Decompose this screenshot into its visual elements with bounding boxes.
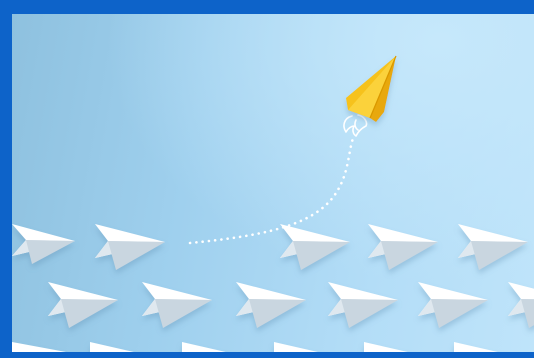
white-paper-plane [95,224,165,270]
dotted-flight-trail [188,134,356,245]
white-paper-plane [142,282,212,328]
white-paper-plane [182,342,226,352]
yellow-paper-plane [346,55,397,122]
white-paper-plane [454,342,498,352]
white-paper-plane [508,282,534,328]
white-paper-plane [280,224,350,270]
white-plane-row-middle [48,282,534,328]
white-paper-plane [236,282,306,328]
white-plane-row-bottom [12,342,498,352]
white-paper-plane [12,342,66,352]
image-frame [0,0,534,358]
white-paper-plane [458,224,528,270]
white-paper-plane [364,342,408,352]
white-paper-plane [418,282,488,328]
white-paper-plane [90,342,134,352]
image-canvas [12,14,534,352]
paper-planes-illustration [12,55,534,352]
white-paper-plane [328,282,398,328]
white-paper-plane [368,224,438,270]
white-paper-plane [12,224,75,264]
white-paper-plane [274,342,318,352]
white-paper-plane [48,282,118,328]
rocket-flame-icon [343,114,368,137]
